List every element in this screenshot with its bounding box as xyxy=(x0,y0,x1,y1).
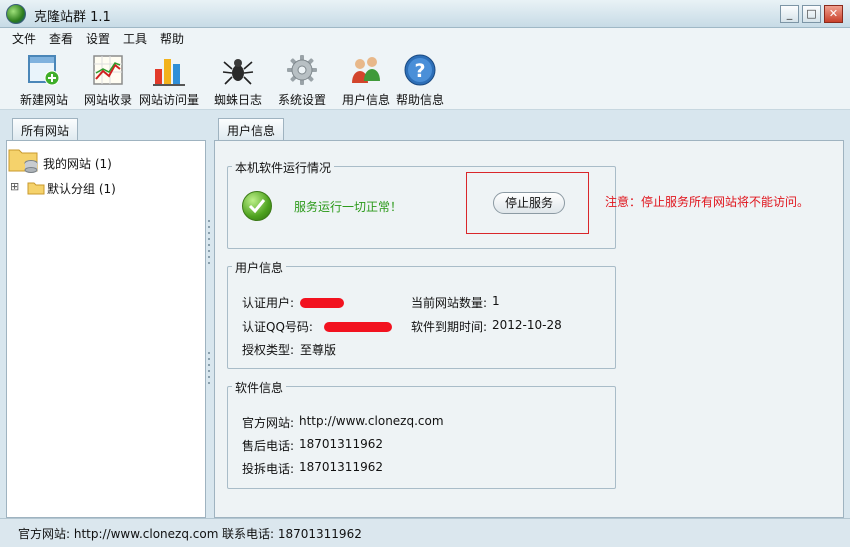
menu-view[interactable]: 查看 xyxy=(49,30,73,47)
website-value[interactable]: http://www.clonezq.com xyxy=(299,414,444,428)
check-ok-icon xyxy=(242,191,272,221)
svg-text:?: ? xyxy=(414,60,425,82)
complaint-phone-label: 投拆电话: xyxy=(242,462,295,476)
expire-date-value: 2012-10-28 xyxy=(492,318,562,332)
user-info-group: 用户信息 认证用户: 认证QQ号码: 授权类型: 至尊版 当前网站数量: 1 软… xyxy=(227,259,616,369)
minimize-button[interactable]: _ xyxy=(780,5,799,23)
status-bar: 官方网站: http://www.clonezq.com 联系电话: 18701… xyxy=(0,518,850,547)
expire-date-label: 软件到期时间: xyxy=(411,320,488,334)
user-info-title: 用户信息 xyxy=(232,259,287,276)
user-info-content: 本机软件运行情况 服务运行一切正常！ 停止服务 注意：停止服务所有网站将不能访问… xyxy=(214,140,844,518)
user-info-label: 用户信息 xyxy=(341,93,390,107)
menu-help[interactable]: 帮助 xyxy=(160,30,184,47)
license-type-label: 授权类型: xyxy=(242,343,295,357)
run-status-group: 本机软件运行情况 服务运行一切正常！ 停止服务 xyxy=(227,159,616,249)
software-info-group: 软件信息 官方网站: http://www.clonezq.com 售后电话: … xyxy=(227,379,616,489)
run-status-title: 本机软件运行情况 xyxy=(232,159,335,176)
service-status-text: 服务运行一切正常！ xyxy=(294,200,403,214)
stop-service-button[interactable]: 停止服务 xyxy=(493,192,565,214)
help-info-label: 帮助信息 xyxy=(395,93,444,107)
spider-log-button[interactable]: 蜘蛛日志 xyxy=(212,51,264,109)
close-button[interactable]: ✕ xyxy=(824,5,843,23)
menu-settings[interactable]: 设置 xyxy=(86,30,110,47)
tab-user-info[interactable]: 用户信息 xyxy=(218,118,285,140)
panel-splitter[interactable] xyxy=(206,116,212,518)
spider-log-label: 蜘蛛日志 xyxy=(213,93,262,107)
gear-icon xyxy=(287,55,317,85)
traffic-button[interactable]: 网站访问量 xyxy=(138,51,200,109)
folder-icon xyxy=(27,182,45,195)
folder-database-icon xyxy=(8,149,38,173)
software-info-title: 软件信息 xyxy=(232,379,287,396)
complaint-phone-value: 18701311962 xyxy=(299,460,383,474)
new-site-button[interactable]: 新建网站 xyxy=(14,51,74,109)
tree-root-my-sites[interactable]: 我的网站 (1) xyxy=(43,155,112,172)
menu-bar: 文件 查看 设置 工具 帮助 xyxy=(0,28,850,48)
traffic-label: 网站访问量 xyxy=(138,93,199,107)
app-globe-icon[interactable] xyxy=(6,4,26,24)
support-phone-value: 18701311962 xyxy=(299,437,383,451)
status-website: 官方网站: http://www.clonezq.com xyxy=(18,527,219,541)
menu-file[interactable]: 文件 xyxy=(12,30,36,47)
website-label: 官方网站: xyxy=(242,416,295,430)
tree-expand-toggle[interactable]: ⊞ xyxy=(10,180,19,193)
help-icon: ? xyxy=(404,54,436,86)
site-index-button[interactable]: 网站收录 xyxy=(80,51,136,109)
system-settings-button[interactable]: 系统设置 xyxy=(276,51,328,109)
stop-warning-text: 注意：停止服务所有网站将不能访问。 xyxy=(605,195,810,209)
site-tree: 我的网站 (1) ⊞ 默认分组 (1) xyxy=(6,140,206,518)
auth-user-redaction xyxy=(300,298,344,308)
auth-qq-redaction xyxy=(324,322,392,332)
tab-all-sites[interactable]: 所有网站 xyxy=(12,118,79,140)
status-phone: 联系电话: 18701311962 xyxy=(222,527,362,541)
window-title: 克隆站群 1.1 xyxy=(34,10,111,25)
spider-icon xyxy=(222,59,254,85)
title-bar: 克隆站群 1.1 _ □ ✕ xyxy=(0,0,850,28)
support-phone-label: 售后电话: xyxy=(242,439,295,453)
site-count-value: 1 xyxy=(492,294,500,308)
menu-tools[interactable]: 工具 xyxy=(123,30,147,47)
system-settings-label: 系统设置 xyxy=(277,93,326,107)
auth-qq-label: 认证QQ号码: xyxy=(242,320,313,334)
user-info-panel: 用户信息 本机软件运行情况 服务运行一切正常！ 停止服务 注意：停止服务所有网站… xyxy=(214,116,844,518)
users-icon xyxy=(352,57,380,83)
license-type-value: 至尊版 xyxy=(300,343,337,357)
new-site-icon xyxy=(28,55,60,86)
toolbar: 新建网站 网站收录 网站访问量 蜘蛛日志 系统设置 用户信息 ? 帮助信息 xyxy=(0,48,850,110)
user-info-button[interactable]: 用户信息 xyxy=(340,51,392,109)
auth-user-label: 认证用户: xyxy=(242,296,295,310)
sites-panel: 所有网站 我的网站 (1) ⊞ 默认分组 (1) xyxy=(6,116,206,518)
site-index-label: 网站收录 xyxy=(83,93,132,107)
traffic-chart-icon xyxy=(153,59,185,86)
new-site-label: 新建网站 xyxy=(19,93,68,107)
help-info-button[interactable]: ? 帮助信息 xyxy=(394,51,446,109)
site-count-label: 当前网站数量: xyxy=(411,296,488,310)
maximize-button[interactable]: □ xyxy=(802,5,821,23)
site-index-icon xyxy=(93,55,123,85)
tree-item-default-group[interactable]: 默认分组 (1) xyxy=(47,180,116,197)
